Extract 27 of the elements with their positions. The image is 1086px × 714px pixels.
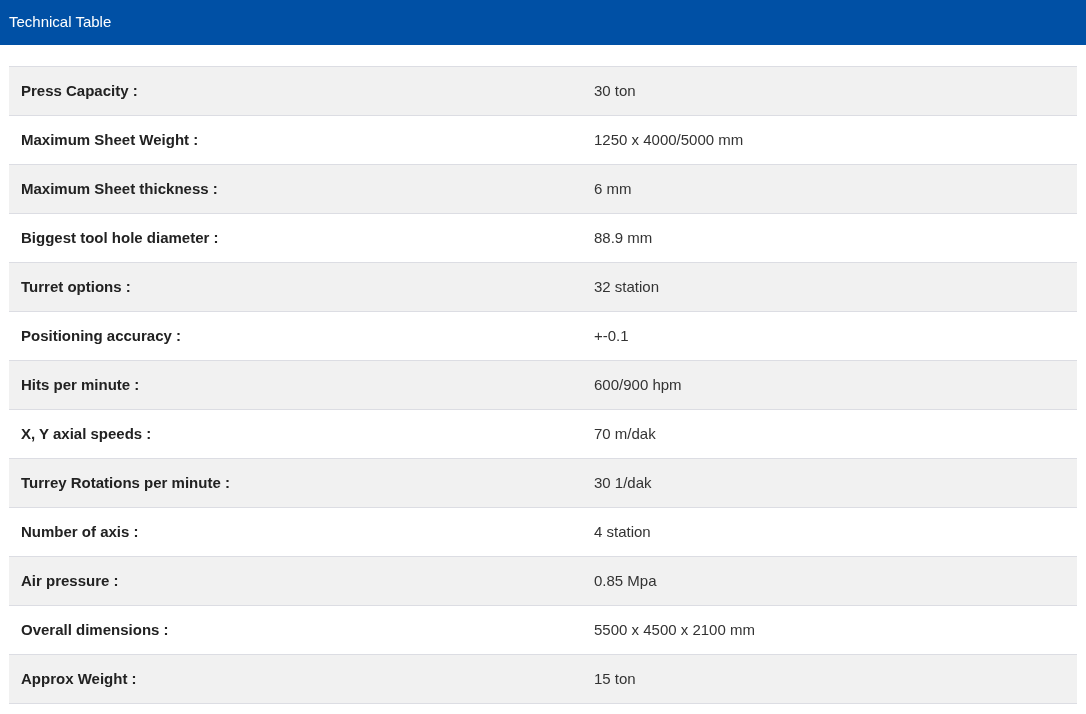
spec-label: Turret options : bbox=[21, 278, 131, 295]
spec-value: 32 station bbox=[594, 278, 660, 295]
spec-label: Press Capacity : bbox=[21, 82, 138, 99]
spec-label: Air pressure : bbox=[21, 572, 119, 589]
spec-value: 600/900 hpm bbox=[594, 376, 682, 393]
spec-label: Maximum Sheet thickness : bbox=[21, 180, 218, 197]
spec-value: 1250 x 4000/5000 mm bbox=[594, 131, 744, 148]
spec-value: +-0.1 bbox=[594, 327, 629, 344]
spec-label: Hits per minute : bbox=[21, 376, 140, 393]
spec-value: 4 station bbox=[594, 523, 651, 540]
spec-label: Overall dimensions : bbox=[21, 621, 169, 638]
header-title: Technical Table bbox=[9, 12, 112, 33]
spec-label: X, Y axial speeds : bbox=[21, 425, 152, 442]
spec-value: 15 ton bbox=[594, 670, 636, 687]
spec-label: Turrey Rotations per minute : bbox=[21, 474, 230, 491]
spec-label: Maximum Sheet Weight : bbox=[21, 131, 199, 148]
spec-value: 88.9 mm bbox=[594, 229, 653, 246]
spec-label: Biggest tool hole diameter : bbox=[21, 229, 219, 246]
spec-value: 30 ton bbox=[594, 82, 636, 99]
spec-value: 6 mm bbox=[594, 180, 632, 197]
spec-value: 30 1/dak bbox=[594, 474, 652, 491]
spec-value: 70 m/dak bbox=[594, 425, 656, 442]
spec-label: Approx Weight : bbox=[21, 670, 137, 687]
spec-value: 5500 x 4500 x 2100 mm bbox=[594, 621, 755, 638]
spec-value: 0.85 Mpa bbox=[594, 572, 657, 589]
spec-label: Number of axis : bbox=[21, 523, 139, 540]
spec-label: Positioning accuracy : bbox=[21, 327, 182, 344]
